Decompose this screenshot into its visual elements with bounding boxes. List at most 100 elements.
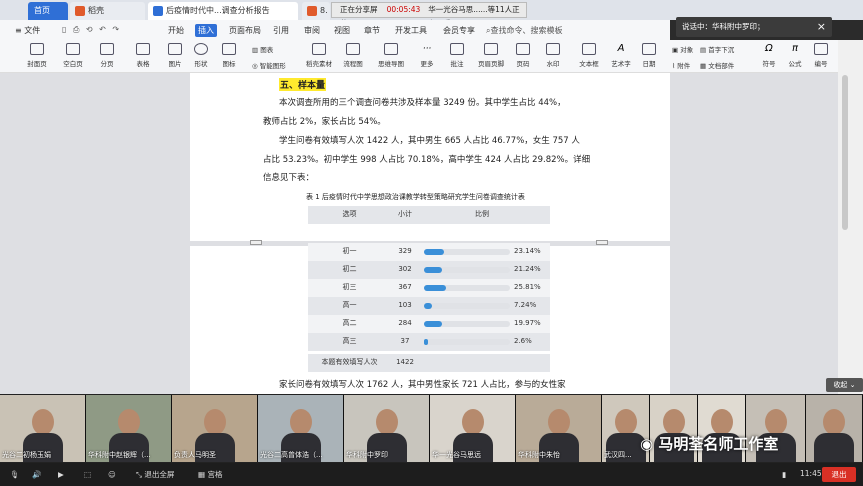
quick-access-icons[interactable]: ▯ ⎙ ⟲ ↶ ↷ [62, 25, 122, 36]
ratio-bar-fill [424, 285, 446, 291]
paragraph-line: 学生问卷有效填写人次 1422 人，其中男生 665 人占比 46.77%，女生… [279, 136, 580, 146]
participant-avatar [710, 409, 733, 435]
table-header-count: 小计 [391, 206, 419, 224]
grid-label: 宫格 [207, 470, 223, 479]
menu-developer[interactable]: 开发工具 [392, 24, 430, 37]
share-timer: 00:05:43 [386, 5, 421, 14]
video-tile[interactable]: 华科附中赵银辉（... [86, 395, 172, 462]
ribbon-numbering[interactable]: 编号 [804, 43, 838, 71]
ribbon-textbox[interactable]: 文本框 [572, 43, 606, 71]
search-command[interactable]: ⌕查找命令、搜索模板 [486, 24, 562, 37]
ratio-bar-fill [424, 339, 428, 345]
ribbon-watermark[interactable]: 水印 [536, 43, 570, 71]
collapse-button[interactable]: 收起 ⌄ [826, 378, 863, 392]
ribbon-chart[interactable]: ▥ 图表 [252, 44, 273, 54]
ribbon-blank-page[interactable]: 空白页 [56, 43, 90, 71]
video-tile[interactable]: 华科附中朱怡 [516, 395, 602, 462]
row-count: 367 [391, 279, 419, 297]
speaker-text: 说话中：华科附中罗印； [682, 22, 765, 31]
search-label: 查找命令、搜索模板 [490, 26, 563, 35]
ratio-percent: 19.97% [514, 319, 541, 327]
menu-view[interactable]: 视图 [331, 24, 353, 37]
camera-icon[interactable]: ▶ [58, 469, 64, 481]
table-caption: 表 1 后疫情时代中学思想政治课教学转型策略研究学生问卷调查统计表 [306, 193, 525, 201]
close-icon[interactable]: × [817, 17, 826, 37]
tab-document[interactable]: 后疫情时代中...调查分析报告 [148, 2, 298, 20]
cover-page-icon [30, 43, 44, 55]
row-count: 302 [391, 261, 419, 279]
ribbon-dropcap[interactable]: ▤ 首字下沉 [700, 44, 734, 54]
row-option: 高二 [308, 315, 391, 333]
ratio-bar-track [424, 249, 510, 255]
ratio-percent: 7.24% [514, 301, 537, 309]
participants-icon[interactable]: ☺ [108, 469, 116, 481]
share-screen-icon[interactable]: ⬚ [84, 469, 91, 481]
ribbon-smart-art[interactable]: ◎ 智能图形 [252, 60, 286, 70]
table-icon [136, 43, 150, 55]
menu-member[interactable]: 会员专享 [440, 24, 478, 37]
video-tile[interactable]: 光谷二高曾体浩（... [258, 395, 344, 462]
participant-avatar [614, 409, 637, 435]
ribbon-page-number[interactable]: 页码 [506, 43, 540, 71]
grid-view-button[interactable]: ▦ 宫格 [198, 469, 222, 481]
video-tile[interactable]: 负责人马明圣 [172, 395, 258, 462]
ribbon-doc-parts[interactable]: ▦ 文档部件 [700, 60, 734, 70]
video-tile[interactable]: 华科附中罗印 [344, 395, 430, 462]
row-count: 103 [391, 297, 419, 315]
exit-fullscreen-button[interactable]: ⤡ 退出全屏 [136, 469, 174, 481]
ribbon-object[interactable]: ▣ 对象 [672, 44, 693, 54]
row-count: 329 [391, 243, 419, 261]
ribbon-flowchart[interactable]: 流程图 [336, 43, 370, 71]
ribbon-docer-material[interactable]: 稻壳素材 [302, 43, 336, 71]
ratio-bar-track [424, 267, 510, 273]
menu-chapter[interactable]: 章节 [361, 24, 383, 37]
doc-icon [153, 6, 163, 16]
participant-avatar [31, 409, 54, 435]
ribbon-label: 流程图 [343, 60, 363, 68]
dropcap-icon: ▤ [700, 46, 707, 54]
textbox-icon [582, 43, 596, 55]
participant-name: 华科附中朱怡 [518, 451, 560, 459]
video-tile[interactable]: 华一光谷马思远 [430, 395, 516, 462]
ribbon-label: 页眉页脚 [478, 60, 504, 68]
wordart-icon: A [617, 43, 625, 54]
ribbon-attachment[interactable]: ⌇ 附件 [672, 60, 690, 70]
object-icon: ▣ [672, 46, 679, 54]
ribbon-table[interactable]: 表格 [126, 43, 160, 71]
menu-start[interactable]: 开始 [165, 24, 187, 37]
row-ratio-cell: 2.6% [419, 333, 550, 351]
speaker-icon[interactable]: 🔊 [32, 469, 41, 481]
ribbon-more[interactable]: ··· 更多 [410, 43, 444, 71]
ribbon-date[interactable]: 日期 [632, 43, 666, 71]
tab-other[interactable]: 8. [302, 2, 330, 20]
menu-review[interactable]: 审阅 [301, 24, 323, 37]
table-header-option: 选项 [308, 206, 391, 224]
ratio-bar-track [424, 339, 510, 345]
ratio-bar-fill [424, 303, 432, 309]
video-tile[interactable]: 光谷二初杨玉娟 [0, 395, 86, 462]
more-icon: ··· [422, 44, 432, 54]
ratio-bar-track [424, 321, 510, 327]
ribbon-cover-page[interactable]: 封面页 [20, 43, 54, 71]
ribbon-comment[interactable]: 批注 [440, 43, 474, 71]
leave-button[interactable]: 退出 [822, 467, 856, 482]
menu-reference[interactable]: 引用 [270, 24, 292, 37]
ribbon-mindmap[interactable]: 思维导图 [374, 43, 408, 71]
microphone-icon[interactable]: 🎙 [10, 469, 20, 481]
video-tile[interactable] [806, 395, 863, 462]
menu-layout[interactable]: 页面布局 [226, 24, 264, 37]
participant-avatar [764, 409, 787, 435]
tab-docer[interactable]: 稻壳 [70, 2, 145, 20]
ribbon-page-break[interactable]: 分页 [90, 43, 124, 71]
scrollbar-thumb[interactable] [842, 75, 848, 230]
ratio-bar-track [424, 285, 510, 291]
ribbon-icon[interactable]: 图标 [212, 43, 246, 71]
menu-insert[interactable]: 插入 [195, 24, 217, 37]
ribbon-label: 稻壳素材 [306, 60, 332, 68]
ratio-bar-fill [424, 321, 442, 327]
ribbon-header-footer[interactable]: 页眉页脚 [474, 43, 508, 71]
menu-file[interactable]: ≡ 文件 [12, 24, 43, 37]
tab-home[interactable]: 首页 [28, 2, 68, 20]
row-option: 初三 [308, 279, 391, 297]
ribbon-label: 首字下沉 [708, 46, 735, 54]
